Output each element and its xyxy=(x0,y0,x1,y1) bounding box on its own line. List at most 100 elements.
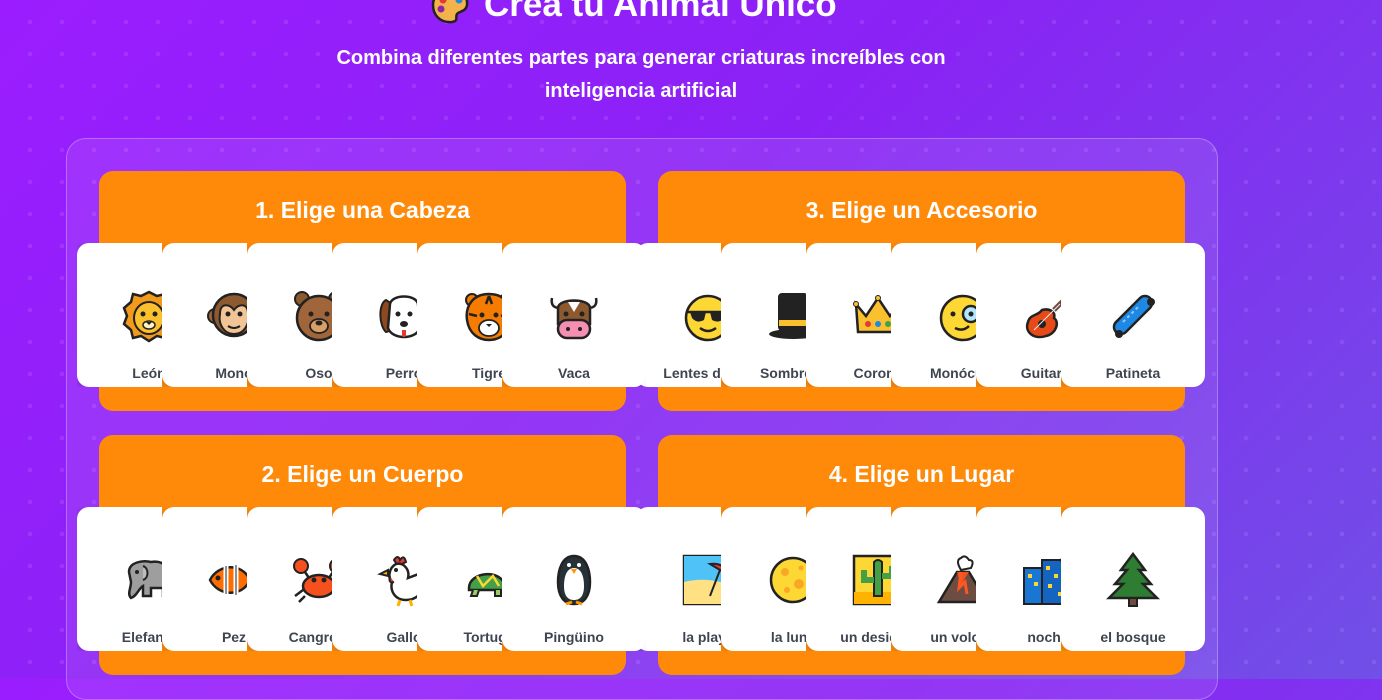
desert-cactus-icon xyxy=(852,554,891,606)
tropical-fish-icon xyxy=(208,565,247,595)
option-label: Pez xyxy=(221,629,247,645)
tiger-face-icon xyxy=(465,292,502,342)
option-card-monkey-face[interactable]: Mono xyxy=(162,243,247,387)
option-card-wrapper: Pingüino xyxy=(502,507,646,651)
option-label: Corona xyxy=(853,365,892,381)
section-title: 3. Elige un Accesorio xyxy=(805,197,1038,223)
option-label: noche xyxy=(1027,629,1061,645)
option-card-wrapper: Guitarra xyxy=(976,243,1061,387)
turtle-icon xyxy=(467,572,502,597)
option-card-sunglasses-face[interactable]: Lentes de sol xyxy=(636,243,721,387)
option-card-dog-face[interactable]: Perro xyxy=(332,243,417,387)
option-card-wrapper: Lentes de sol xyxy=(636,243,721,387)
bear-face-icon xyxy=(294,291,332,342)
sunglasses-face-icon xyxy=(684,294,721,342)
option-card-evergreen-tree[interactable]: el bosque xyxy=(1061,507,1205,651)
option-card-wrapper: Perro xyxy=(332,243,417,387)
crab-icon xyxy=(293,558,332,603)
option-label: Elefante xyxy=(121,629,162,645)
volcano-icon xyxy=(936,555,976,604)
option-card-elephant[interactable]: Elefante xyxy=(77,507,162,651)
option-label: un desierto xyxy=(840,629,891,645)
option-card-crown[interactable]: Corona xyxy=(806,243,891,387)
option-card-wrapper: Tigre xyxy=(417,243,502,387)
option-card-wrapper: Tortuga xyxy=(417,507,502,651)
option-card-wrapper: un volcán xyxy=(891,507,976,651)
option-card-monocle-face[interactable]: Monóculo xyxy=(891,243,976,387)
option-card-wrapper: Elefante xyxy=(77,507,162,651)
option-card-crab[interactable]: Cangrejo xyxy=(247,507,332,651)
option-card-wrapper: la luna xyxy=(721,507,806,651)
penguin-icon xyxy=(556,554,592,606)
option-card-desert-cactus[interactable]: un desierto xyxy=(806,507,891,651)
option-card-wrapper: Vaca xyxy=(502,243,646,387)
option-card-wrapper: un desierto xyxy=(806,507,891,651)
option-card-wrapper: Cangrejo xyxy=(247,507,332,651)
option-card-guitar[interactable]: Guitarra xyxy=(976,243,1061,387)
option-card-rooster[interactable]: Gallo xyxy=(332,507,417,651)
option-label: Pingüino xyxy=(544,629,604,645)
option-card-full-moon[interactable]: la luna xyxy=(721,507,806,651)
section-title: 2. Elige un Cuerpo xyxy=(261,461,464,487)
option-card-wrapper: noche xyxy=(976,507,1061,651)
elephant-icon xyxy=(127,560,162,600)
cow-face-icon xyxy=(550,297,598,340)
option-label: la luna xyxy=(770,629,806,645)
option-card-wrapper: Gallo xyxy=(332,507,417,651)
option-card-wrapper: Patineta xyxy=(1061,243,1205,387)
option-label: Guitarra xyxy=(1020,365,1061,381)
option-card-turtle[interactable]: Tortuga xyxy=(417,507,502,651)
option-card-tropical-fish[interactable]: Pez xyxy=(162,507,247,651)
option-card-cow-face[interactable]: Vaca xyxy=(502,243,646,387)
lion-face-icon xyxy=(122,290,162,343)
option-card-wrapper: Pez xyxy=(162,507,247,651)
option-label: la playa xyxy=(682,629,721,645)
option-label: Oso xyxy=(305,365,332,381)
option-card-wrapper: la playa xyxy=(636,507,721,651)
option-label: Perro xyxy=(385,365,417,381)
option-label: Vaca xyxy=(558,365,590,381)
options-row-body: Elefante Pez Cangrejo Gallo Tortuga Pingüino xyxy=(77,507,646,651)
options-row-head: León Mono Oso Perro Tigre Vaca xyxy=(77,243,646,387)
palette-icon xyxy=(431,0,469,24)
rooster-icon xyxy=(377,556,417,607)
option-label: el bosque xyxy=(1100,629,1166,645)
option-card-top-hat[interactable]: Sombrero xyxy=(721,243,806,387)
option-card-wrapper: Monóculo xyxy=(891,243,976,387)
skateboard-icon xyxy=(1112,294,1155,338)
monocle-face-icon xyxy=(939,294,976,342)
option-card-tiger-face[interactable]: Tigre xyxy=(417,243,502,387)
option-label: Mono xyxy=(215,365,247,381)
evergreen-tree-icon xyxy=(1105,552,1161,607)
full-moon-icon xyxy=(769,556,806,604)
option-label: Monóculo xyxy=(929,365,976,381)
option-label: León xyxy=(132,365,162,381)
option-label: Cangrejo xyxy=(288,629,332,645)
section-title: 1. Elige una Cabeza xyxy=(255,197,470,223)
option-card-wrapper: Corona xyxy=(806,243,891,387)
option-card-volcano[interactable]: un volcán xyxy=(891,507,976,651)
monkey-face-icon xyxy=(207,292,247,338)
dog-face-icon xyxy=(379,295,417,339)
beach-umbrella-icon xyxy=(682,554,721,606)
option-card-penguin[interactable]: Pingüino xyxy=(502,507,646,651)
option-card-skateboard[interactable]: Patineta xyxy=(1061,243,1205,387)
option-card-beach-umbrella[interactable]: la playa xyxy=(636,507,721,651)
option-card-wrapper: Sombrero xyxy=(721,243,806,387)
page-title: Crea tu Animal Único xyxy=(430,0,837,28)
top-hat-icon xyxy=(769,293,806,339)
section-title: 4. Elige un Lugar xyxy=(828,461,1015,487)
night-city-icon xyxy=(1023,557,1061,605)
option-card-night-city[interactable]: noche xyxy=(976,507,1061,651)
option-card-wrapper: el bosque xyxy=(1061,507,1205,651)
options-row-accessory: Lentes de sol Sombrero Corona Monóculo Guita… xyxy=(636,243,1205,387)
option-label: un volcán xyxy=(930,629,976,645)
option-card-bear-face[interactable]: Oso xyxy=(247,243,332,387)
option-label: Gallo xyxy=(386,629,417,645)
option-card-lion-face[interactable]: León xyxy=(77,243,162,387)
option-label: Sombrero xyxy=(759,365,806,381)
page-subtitle: Combina diferentes partes para generar c… xyxy=(336,47,946,102)
option-label: Tigre xyxy=(472,365,502,381)
page-title-text: Crea tu Animal Único xyxy=(484,0,837,24)
options-row-place: la playa la luna un desierto un volcán noche… xyxy=(636,507,1205,651)
